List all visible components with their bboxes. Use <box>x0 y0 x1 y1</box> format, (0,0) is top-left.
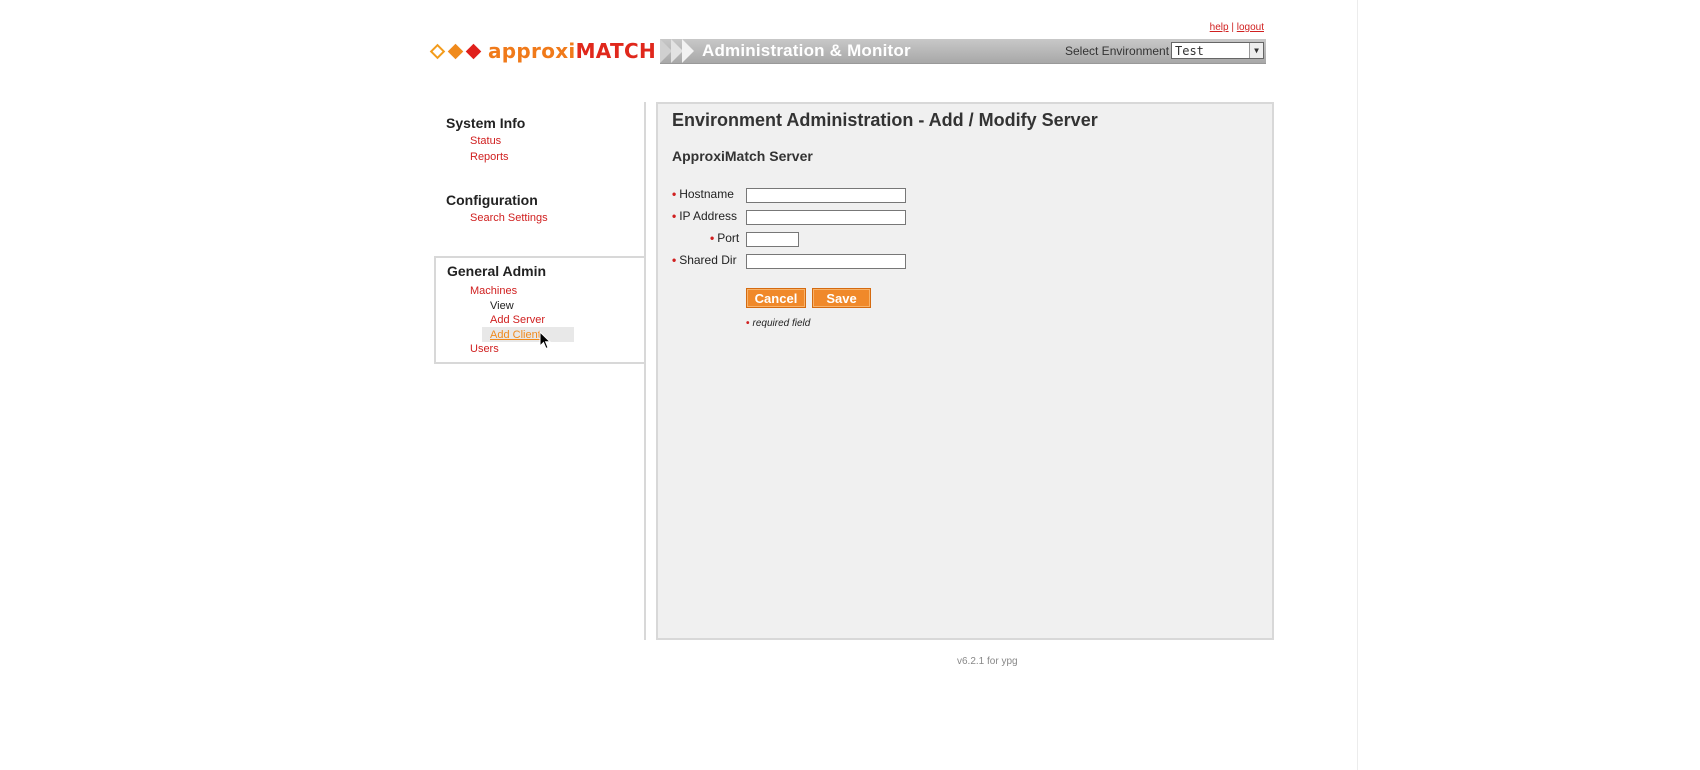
sidebar-item-search-settings[interactable]: Search Settings <box>470 212 548 224</box>
version-label: v6.2.1 for ypg <box>957 656 1018 667</box>
top-links: help | logout <box>1210 22 1264 33</box>
sidebar-divider <box>644 102 646 640</box>
approximatch-logo: approxiMATCH <box>429 39 656 63</box>
port-field[interactable] <box>746 232 799 247</box>
help-link[interactable]: help <box>1210 22 1229 33</box>
sidebar-item-add-server[interactable]: Add Server <box>490 314 545 326</box>
link-separator: | <box>1231 22 1234 33</box>
section-subtitle: ApproxiMatch Server <box>672 148 813 164</box>
system-info-heading: System Info <box>446 115 526 131</box>
general-admin-heading: General Admin <box>447 263 547 279</box>
environment-label: Select Environment : <box>1065 44 1176 58</box>
hostname-field[interactable] <box>746 188 906 203</box>
chevron-icon <box>682 39 694 63</box>
page-edge <box>1357 0 1358 770</box>
sidebar-item-machines[interactable]: Machines <box>470 285 517 297</box>
diamond-red-icon <box>465 43 482 59</box>
dropdown-arrow-icon: ▼ <box>1249 43 1263 58</box>
ip-address-field[interactable] <box>746 210 906 225</box>
sidebar-item-view[interactable]: View <box>490 300 514 312</box>
mouse-cursor-icon <box>539 331 551 350</box>
sidebar-item-users[interactable]: Users <box>470 343 499 355</box>
ip-address-label: • IP Address <box>672 209 738 223</box>
diamond-orange-icon <box>447 43 464 59</box>
logo-text: approxiMATCH <box>488 39 656 63</box>
diamond-outline-icon <box>429 43 446 59</box>
required-marker: • <box>746 318 750 329</box>
required-marker: • <box>672 209 677 223</box>
shared-dir-label: • Shared Dir <box>672 253 737 267</box>
header-bar: Administration & Monitor Select Environm… <box>660 39 1266 64</box>
main-panel: Environment Administration - Add / Modif… <box>656 102 1274 640</box>
cancel-button[interactable]: Cancel <box>746 288 806 308</box>
page-title: Environment Administration - Add / Modif… <box>672 110 1098 130</box>
environment-select[interactable]: Test ▼ <box>1171 42 1264 59</box>
port-label: • Port <box>710 231 740 245</box>
shared-dir-field[interactable] <box>746 254 906 269</box>
required-marker: • <box>672 187 677 201</box>
logout-link[interactable]: logout <box>1237 22 1264 33</box>
sidebar-item-status[interactable]: Status <box>470 135 501 147</box>
sidebar-item-reports[interactable]: Reports <box>470 151 509 163</box>
sidebar-item-add-client[interactable]: Add Client <box>490 329 541 341</box>
required-marker: • <box>672 253 677 267</box>
save-button[interactable]: Save <box>812 288 871 308</box>
required-marker: • <box>710 231 715 245</box>
configuration-heading: Configuration <box>446 192 538 208</box>
hostname-label: • Hostname <box>672 187 734 201</box>
environment-value: Test <box>1175 44 1204 58</box>
required-field-note: • required field <box>746 318 811 329</box>
app-title: Administration & Monitor <box>702 41 911 60</box>
